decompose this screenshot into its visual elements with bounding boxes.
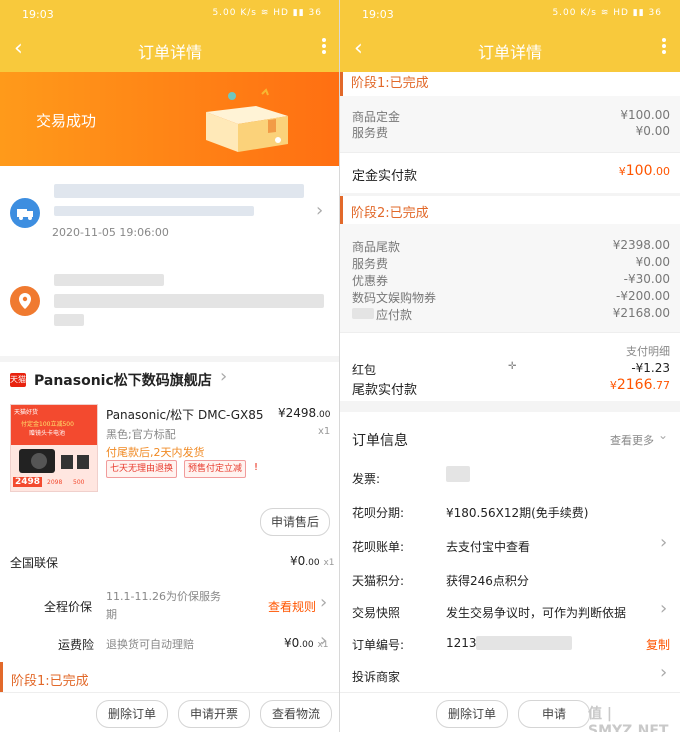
success-text: 交易成功 — [36, 112, 97, 130]
chevron-right-icon[interactable]: › — [660, 662, 667, 683]
stage1-detail: 商品定金 ¥100.00 服务费 ¥0.00 定金实付款 ¥100.00 — [340, 96, 680, 193]
chevron-right-icon[interactable]: › — [660, 532, 667, 553]
warning-icon: ! — [254, 462, 259, 473]
points-value: 获得246点积分 — [446, 574, 529, 588]
more-menu-icon[interactable] — [322, 36, 326, 56]
top-bar: 19:03 5.00 K/s ≋ HD ▮▮ 36 ‹ 订单详情 — [340, 0, 680, 72]
chevron-right-icon[interactable]: › — [220, 366, 227, 387]
chevron-right-icon[interactable]: › — [316, 200, 323, 221]
cursor-icon: ✛ — [508, 361, 517, 372]
shipping-insurance-desc: 退换货可自动理赔 — [106, 638, 194, 651]
price-protect-desc: 11.1-11.26为价保服务 — [106, 590, 221, 603]
store-name[interactable]: Panasonic松下数码旗舰店 — [34, 370, 212, 390]
bottom-action-bar: 删除订单 申请 值 | SMYZ.NET — [340, 692, 680, 732]
product-title[interactable]: Panasonic/松下 DMC-GX85 — [106, 406, 264, 423]
shipping-insurance-label: 运费险 — [58, 638, 95, 652]
gift-box-icon — [206, 88, 288, 152]
status-icons: 5.00 K/s ≋ HD ▮▮ 36 — [212, 8, 322, 18]
location-pin-icon — [10, 286, 40, 316]
copy-button[interactable]: 复制 — [646, 636, 670, 653]
product-thumbnail[interactable]: 天猫好货 付定金100立减500 赠镜头卡电池 2498 2098 500 — [10, 404, 98, 492]
red-packet-label: 红包 — [352, 363, 377, 377]
page-title: 订单详情 — [477, 43, 542, 62]
red-packet-value: -¥1.23 — [631, 361, 670, 375]
presale-tag: 预售付定立减 — [184, 460, 247, 478]
logistics-text-blurred — [54, 184, 304, 198]
chevron-right-icon[interactable]: › — [660, 598, 667, 619]
deposit-paid-label: 定金实付款 — [352, 169, 418, 184]
request-invoice-button[interactable]: 申请 — [518, 700, 590, 728]
logistics-text-blurred — [54, 206, 254, 216]
delete-order-button[interactable]: 删除订单 — [436, 700, 508, 728]
stage1-header: 阶段1:已完成 — [340, 72, 680, 96]
return-policy-tag: 七天无理由退换 — [106, 460, 178, 478]
address-blurred — [54, 294, 324, 308]
huabei-bill-link[interactable]: 去支付宝中查看 — [446, 538, 530, 555]
screenshot-pair: 19:03 5.00 K/s ≋ HD ▮▮ 36 ‹ 订单详情 交易成功 20… — [0, 0, 680, 732]
order-info-title: 订单信息 — [352, 433, 408, 449]
status-time: 19:03 — [22, 8, 54, 21]
truck-icon — [10, 198, 40, 228]
price-protect-label: 全程价保 — [44, 600, 93, 614]
final-paid-amount: ¥2166.77 — [609, 377, 670, 393]
final-paid-label: 尾款实付款 — [352, 383, 418, 398]
payment-detail-link[interactable]: 支付明细 — [626, 343, 670, 359]
delete-order-button[interactable]: 删除订单 — [96, 700, 168, 728]
status-bar: 19:03 5.00 K/s ≋ HD ▮▮ 36 — [0, 0, 340, 30]
stage2-header: 阶段2:已完成 — [340, 196, 680, 224]
price-protect-desc: 期 — [106, 608, 117, 621]
chevron-right-icon[interactable]: › — [320, 592, 327, 613]
address-blurred — [54, 314, 84, 326]
installment-value: ¥180.56X12期(免手续费) — [446, 506, 589, 520]
status-bar: 19:03 5.00 K/s ≋ HD ▮▮ 36 — [340, 0, 680, 30]
left-screen: 19:03 5.00 K/s ≋ HD ▮▮ 36 ‹ 订单详情 交易成功 20… — [0, 0, 340, 732]
shipping-note: 付尾款后,2天内发货 — [106, 446, 205, 459]
invoice-blurred — [446, 466, 470, 482]
deposit-paid-amount: ¥100.00 — [618, 163, 670, 179]
chevron-right-icon[interactable]: › — [320, 630, 327, 651]
status-icons: 5.00 K/s ≋ HD ▮▮ 36 — [552, 8, 662, 18]
order-goods-card: 天猫 Panasonic松下数码旗舰店 › 天猫好货 付定金100立减500 赠… — [0, 362, 340, 662]
product-spec: 黑色;官方标配 — [106, 428, 176, 441]
receiver-blurred — [54, 274, 164, 286]
product-qty: x1 — [318, 426, 331, 437]
blurred-text — [352, 308, 374, 319]
snapshot-desc[interactable]: 发生交易争议时，可作为判断依据 — [446, 604, 626, 621]
top-bar: 19:03 5.00 K/s ≋ HD ▮▮ 36 ‹ 订单详情 — [0, 0, 340, 72]
status-time: 19:03 — [362, 8, 394, 21]
page-title: 订单详情 — [137, 43, 202, 62]
view-rules-link[interactable]: 查看规则 — [268, 598, 316, 615]
right-screen: 19:03 5.00 K/s ≋ HD ▮▮ 36 ‹ 订单详情 阶段1:已完成… — [340, 0, 680, 732]
address-card: 2020-11-05 19:06:00 › — [0, 166, 340, 356]
view-logistics-button[interactable]: 查看物流 — [260, 700, 332, 728]
chevron-down-icon[interactable]: ⌄ — [658, 428, 668, 442]
order-number-blurred — [476, 636, 572, 650]
bottom-action-bar: 删除订单 申请开票 查看物流 — [0, 692, 340, 732]
order-number: 1213 — [446, 636, 477, 650]
success-banner: 交易成功 — [0, 72, 340, 166]
after-sale-button[interactable]: 申请售后 — [260, 508, 330, 536]
logistics-time: 2020-11-05 19:06:00 — [52, 226, 169, 239]
order-info-card: 订单信息 查看更多 ⌄ 发票: 花呗分期: ¥180.56X12期(免手续费) … — [340, 412, 680, 692]
stage1-header: 阶段1:已完成 — [0, 662, 340, 692]
service-price: ¥0.00 x1 — [290, 554, 335, 568]
tmall-badge-icon: 天猫 — [10, 373, 26, 387]
request-invoice-button[interactable]: 申请开票 — [178, 700, 250, 728]
stage2-detail: 商品尾款 ¥2398.00 服务费 ¥0.00 优惠券 -¥30.00 数码文娱… — [340, 224, 680, 401]
more-menu-icon[interactable] — [662, 36, 666, 56]
watermark: 值 | SMYZ.NET — [588, 706, 669, 732]
product-price: ¥2498.00 — [278, 406, 331, 420]
service-label: 全国联保 — [10, 556, 59, 570]
view-more-link[interactable]: 查看更多 — [610, 432, 654, 448]
